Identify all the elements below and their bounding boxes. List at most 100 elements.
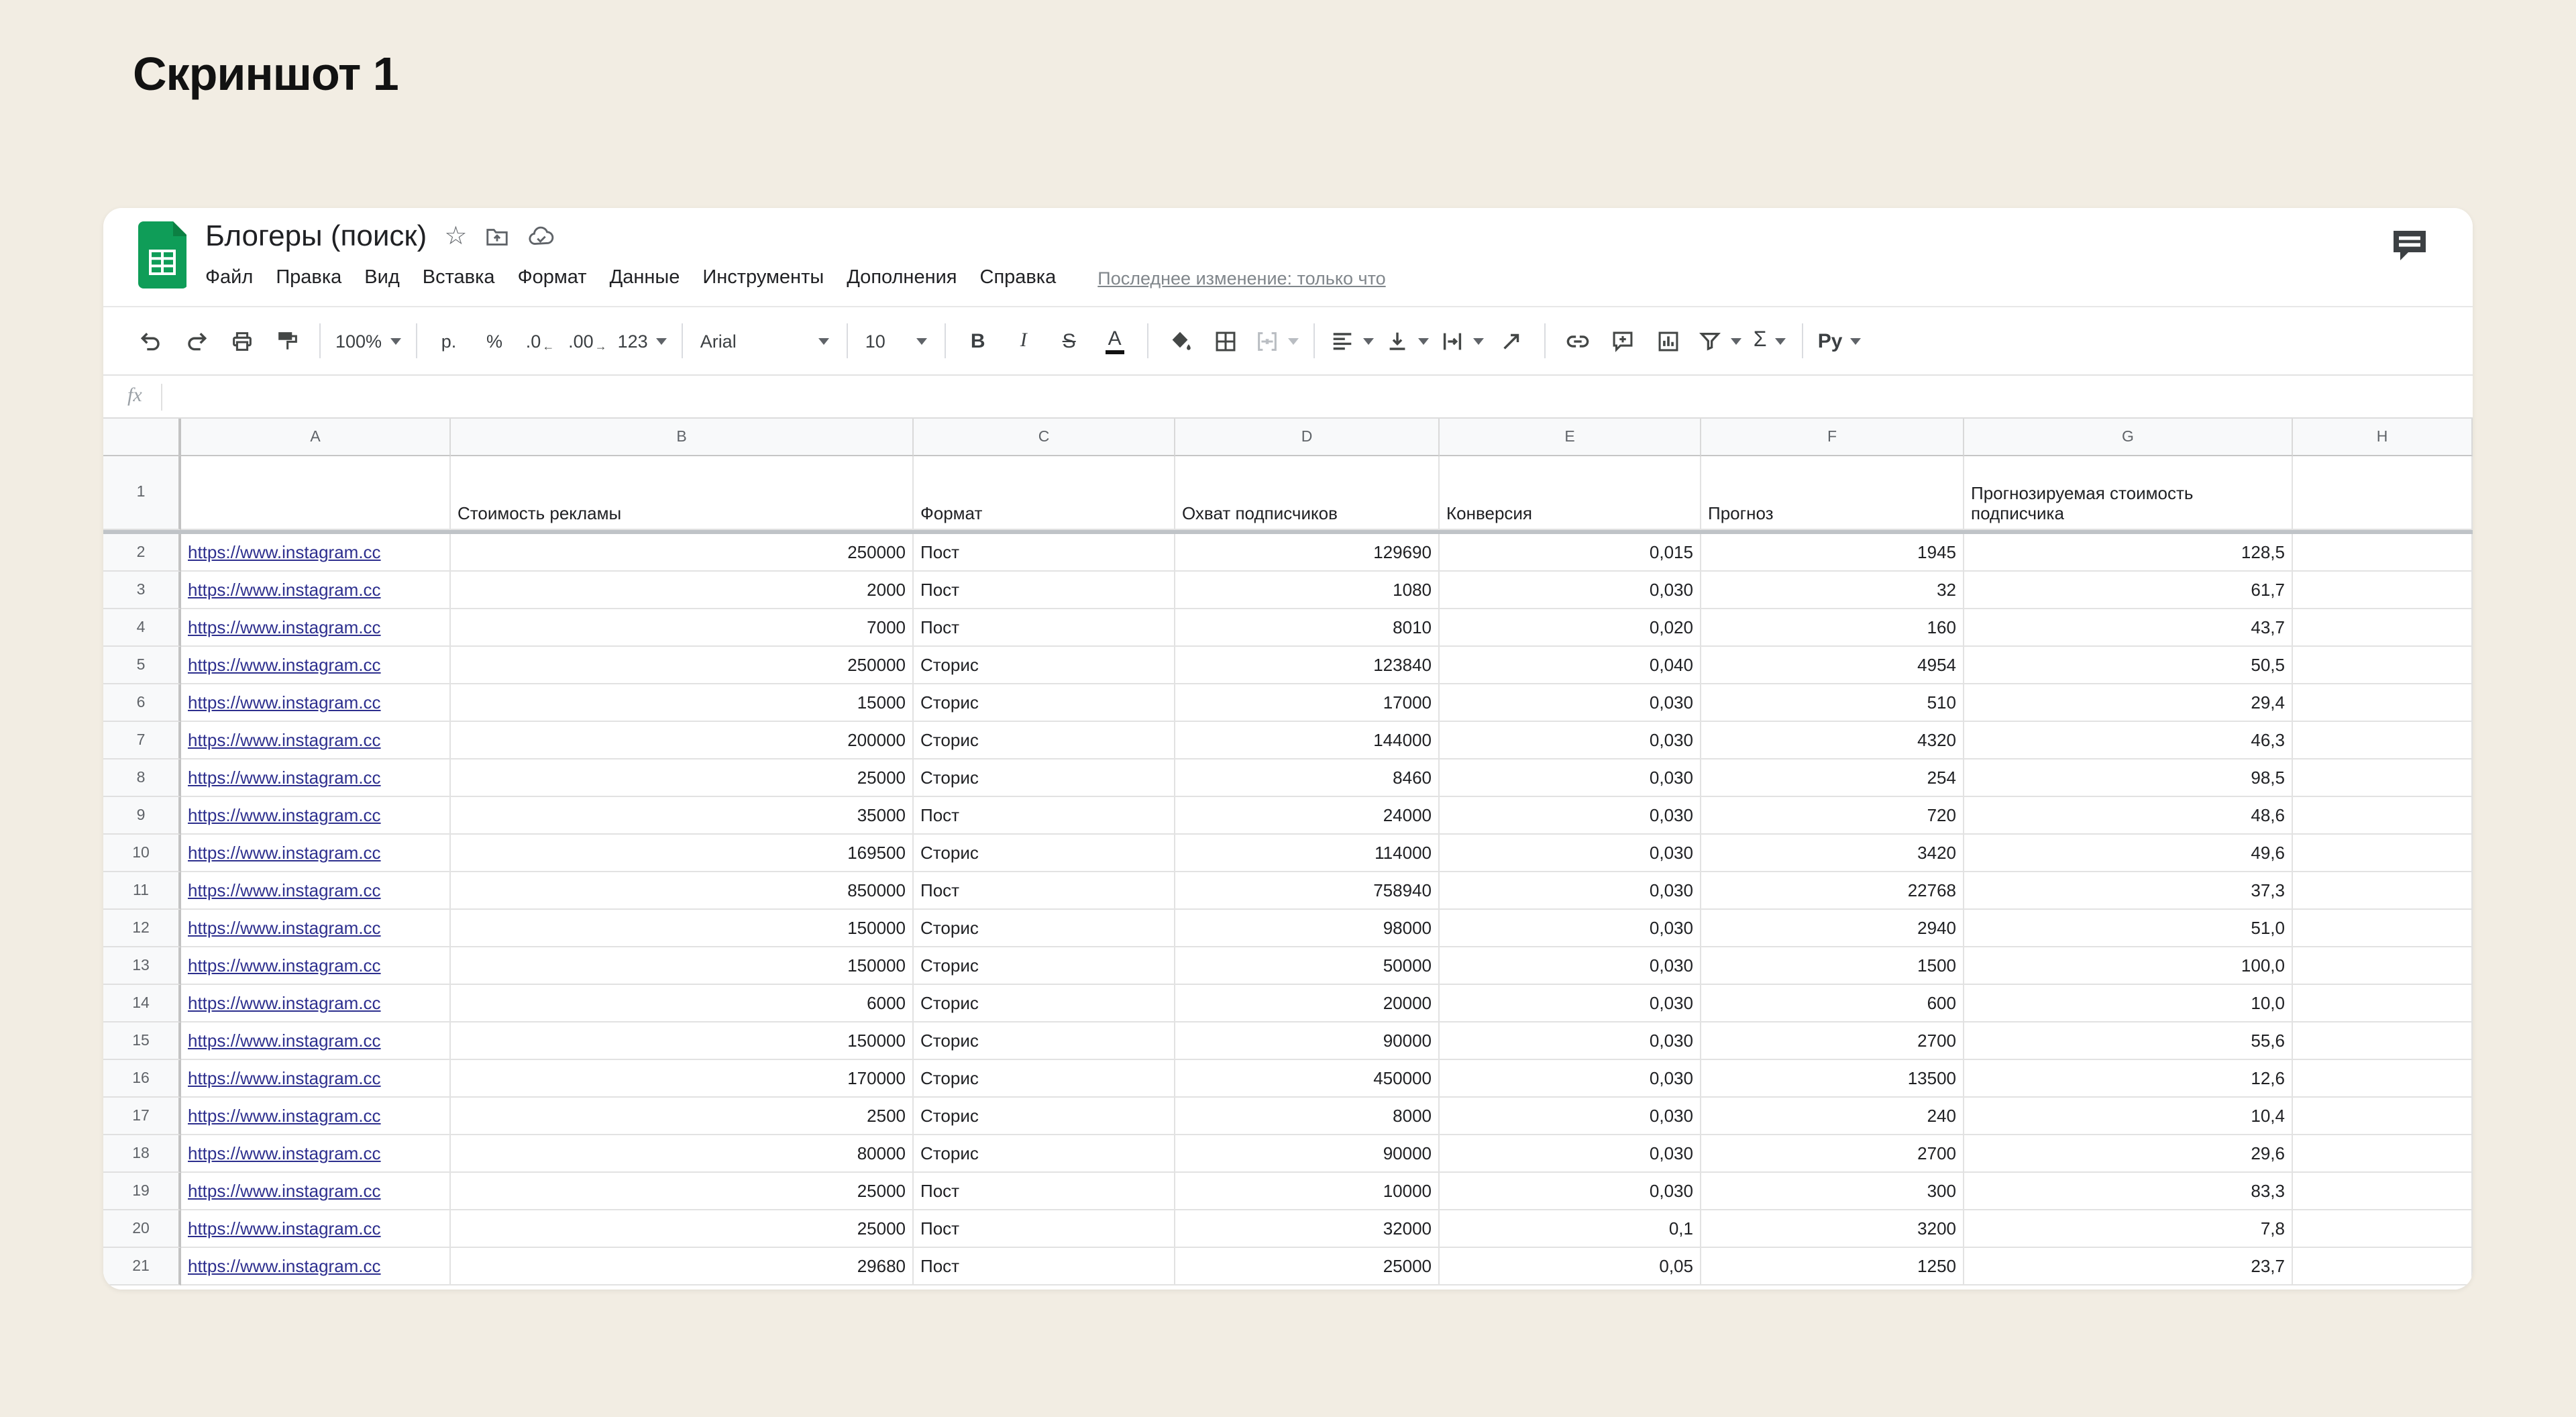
reach-cell[interactable]: 17000: [1175, 684, 1440, 722]
vertical-align-icon[interactable]: [1379, 321, 1434, 361]
empty-cell[interactable]: [2293, 1060, 2473, 1098]
forecast-cell[interactable]: 2700: [1701, 1022, 1964, 1060]
forecast-cell[interactable]: 1500: [1701, 947, 1964, 985]
blogger-link-cell[interactable]: https://www.instagram.cc: [181, 759, 451, 797]
menu-item[interactable]: Справка: [969, 263, 1067, 293]
instagram-link[interactable]: https://www.instagram.cc: [188, 655, 381, 675]
cost-cell[interactable]: 25000: [451, 759, 914, 797]
reach-cell[interactable]: 758940: [1175, 872, 1440, 910]
row-number[interactable]: 14: [103, 985, 181, 1022]
conversion-cell[interactable]: 0,030: [1440, 835, 1701, 872]
empty-cell[interactable]: [2293, 947, 2473, 985]
forecast-cell[interactable]: 510: [1701, 684, 1964, 722]
format-cell[interactable]: Пост: [914, 872, 1175, 910]
last-edit-status[interactable]: Последнее изменение: только что: [1097, 268, 1385, 288]
empty-cell[interactable]: [2293, 1135, 2473, 1173]
undo-icon[interactable]: [127, 321, 173, 361]
reach-cell[interactable]: 90000: [1175, 1135, 1440, 1173]
reach-cell[interactable]: 24000: [1175, 797, 1440, 835]
input-tools-button[interactable]: Ру: [1813, 321, 1867, 361]
empty-cell[interactable]: [2293, 985, 2473, 1022]
cost-cell[interactable]: 15000: [451, 684, 914, 722]
instagram-link[interactable]: https://www.instagram.cc: [188, 1181, 381, 1201]
empty-cell[interactable]: [2293, 1210, 2473, 1248]
blogger-link-cell[interactable]: https://www.instagram.cc: [181, 797, 451, 835]
reach-cell[interactable]: 129690: [1175, 534, 1440, 572]
format-cell[interactable]: Сторис: [914, 722, 1175, 759]
forecast-cell[interactable]: 13500: [1701, 1060, 1964, 1098]
empty-cell[interactable]: [2293, 759, 2473, 797]
instagram-link[interactable]: https://www.instagram.cc: [188, 542, 381, 562]
menu-item[interactable]: Вид: [354, 263, 410, 293]
instagram-link[interactable]: https://www.instagram.cc: [188, 1218, 381, 1239]
reach-cell[interactable]: 50000: [1175, 947, 1440, 985]
forecast-cell[interactable]: 3200: [1701, 1210, 1964, 1248]
format-cell[interactable]: Пост: [914, 1248, 1175, 1285]
cps-cell[interactable]: 43,7: [1964, 609, 2293, 647]
cloud-saved-icon[interactable]: [527, 223, 555, 249]
blogger-link-cell[interactable]: https://www.instagram.cc: [181, 1135, 451, 1173]
select-all-corner[interactable]: [103, 419, 181, 456]
cps-cell[interactable]: 98,5: [1964, 759, 2293, 797]
document-title[interactable]: Блогеры (поиск): [205, 219, 427, 254]
cost-cell[interactable]: 2000: [451, 572, 914, 609]
instagram-link[interactable]: https://www.instagram.cc: [188, 805, 381, 825]
row-number[interactable]: 13: [103, 947, 181, 985]
empty-cell[interactable]: [2293, 572, 2473, 609]
blogger-link-cell[interactable]: https://www.instagram.cc: [181, 534, 451, 572]
row-number[interactable]: 2: [103, 534, 181, 572]
empty-cell[interactable]: [2293, 1173, 2473, 1210]
forecast-cell[interactable]: 1250: [1701, 1248, 1964, 1285]
cost-cell[interactable]: 150000: [451, 947, 914, 985]
forecast-cell[interactable]: 160: [1701, 609, 1964, 647]
format-cell[interactable]: Сторис: [914, 985, 1175, 1022]
conversion-cell[interactable]: 0,030: [1440, 722, 1701, 759]
text-wrap-icon[interactable]: [1434, 321, 1489, 361]
cost-cell[interactable]: 150000: [451, 1022, 914, 1060]
instagram-link[interactable]: https://www.instagram.cc: [188, 617, 381, 637]
row-number[interactable]: 7: [103, 722, 181, 759]
borders-icon[interactable]: [1203, 321, 1249, 361]
empty-cell[interactable]: [2293, 534, 2473, 572]
row-number[interactable]: 19: [103, 1173, 181, 1210]
comments-icon[interactable]: [2390, 227, 2430, 271]
format-cell[interactable]: Сторис: [914, 1022, 1175, 1060]
blogger-link-cell[interactable]: https://www.instagram.cc: [181, 872, 451, 910]
format-cell[interactable]: Сторис: [914, 647, 1175, 684]
row-number[interactable]: 16: [103, 1060, 181, 1098]
cost-cell[interactable]: 200000: [451, 722, 914, 759]
empty-cell[interactable]: [2293, 684, 2473, 722]
link-icon[interactable]: [1555, 321, 1601, 361]
row-number[interactable]: 11: [103, 872, 181, 910]
row-number[interactable]: 3: [103, 572, 181, 609]
column-header-g[interactable]: G: [1964, 419, 2293, 456]
cps-cell[interactable]: 61,7: [1964, 572, 2293, 609]
menu-item[interactable]: Файл: [205, 263, 264, 293]
empty-cell[interactable]: [2293, 722, 2473, 759]
number-format-button[interactable]: 123: [612, 321, 672, 361]
cps-cell[interactable]: 37,3: [1964, 872, 2293, 910]
format-cell[interactable]: Пост: [914, 797, 1175, 835]
reach-cell[interactable]: 8000: [1175, 1098, 1440, 1135]
cell-c1[interactable]: Формат: [914, 456, 1175, 530]
blogger-link-cell[interactable]: https://www.instagram.cc: [181, 1173, 451, 1210]
print-icon[interactable]: [219, 321, 264, 361]
menu-item[interactable]: Инструменты: [692, 263, 835, 293]
zoom-select[interactable]: 100%: [330, 321, 406, 361]
cps-cell[interactable]: 128,5: [1964, 534, 2293, 572]
blogger-link-cell[interactable]: https://www.instagram.cc: [181, 985, 451, 1022]
bold-button[interactable]: B: [955, 321, 1001, 361]
cps-cell[interactable]: 83,3: [1964, 1173, 2293, 1210]
text-rotation-icon[interactable]: [1489, 321, 1535, 361]
reach-cell[interactable]: 144000: [1175, 722, 1440, 759]
reach-cell[interactable]: 32000: [1175, 1210, 1440, 1248]
blogger-link-cell[interactable]: https://www.instagram.cc: [181, 609, 451, 647]
forecast-cell[interactable]: 1945: [1701, 534, 1964, 572]
format-cell[interactable]: Сторис: [914, 947, 1175, 985]
column-header-h[interactable]: H: [2293, 419, 2473, 456]
menu-item[interactable]: Дополнения: [836, 263, 967, 293]
empty-cell[interactable]: [2293, 609, 2473, 647]
reach-cell[interactable]: 20000: [1175, 985, 1440, 1022]
cost-cell[interactable]: 170000: [451, 1060, 914, 1098]
blogger-link-cell[interactable]: https://www.instagram.cc: [181, 1060, 451, 1098]
